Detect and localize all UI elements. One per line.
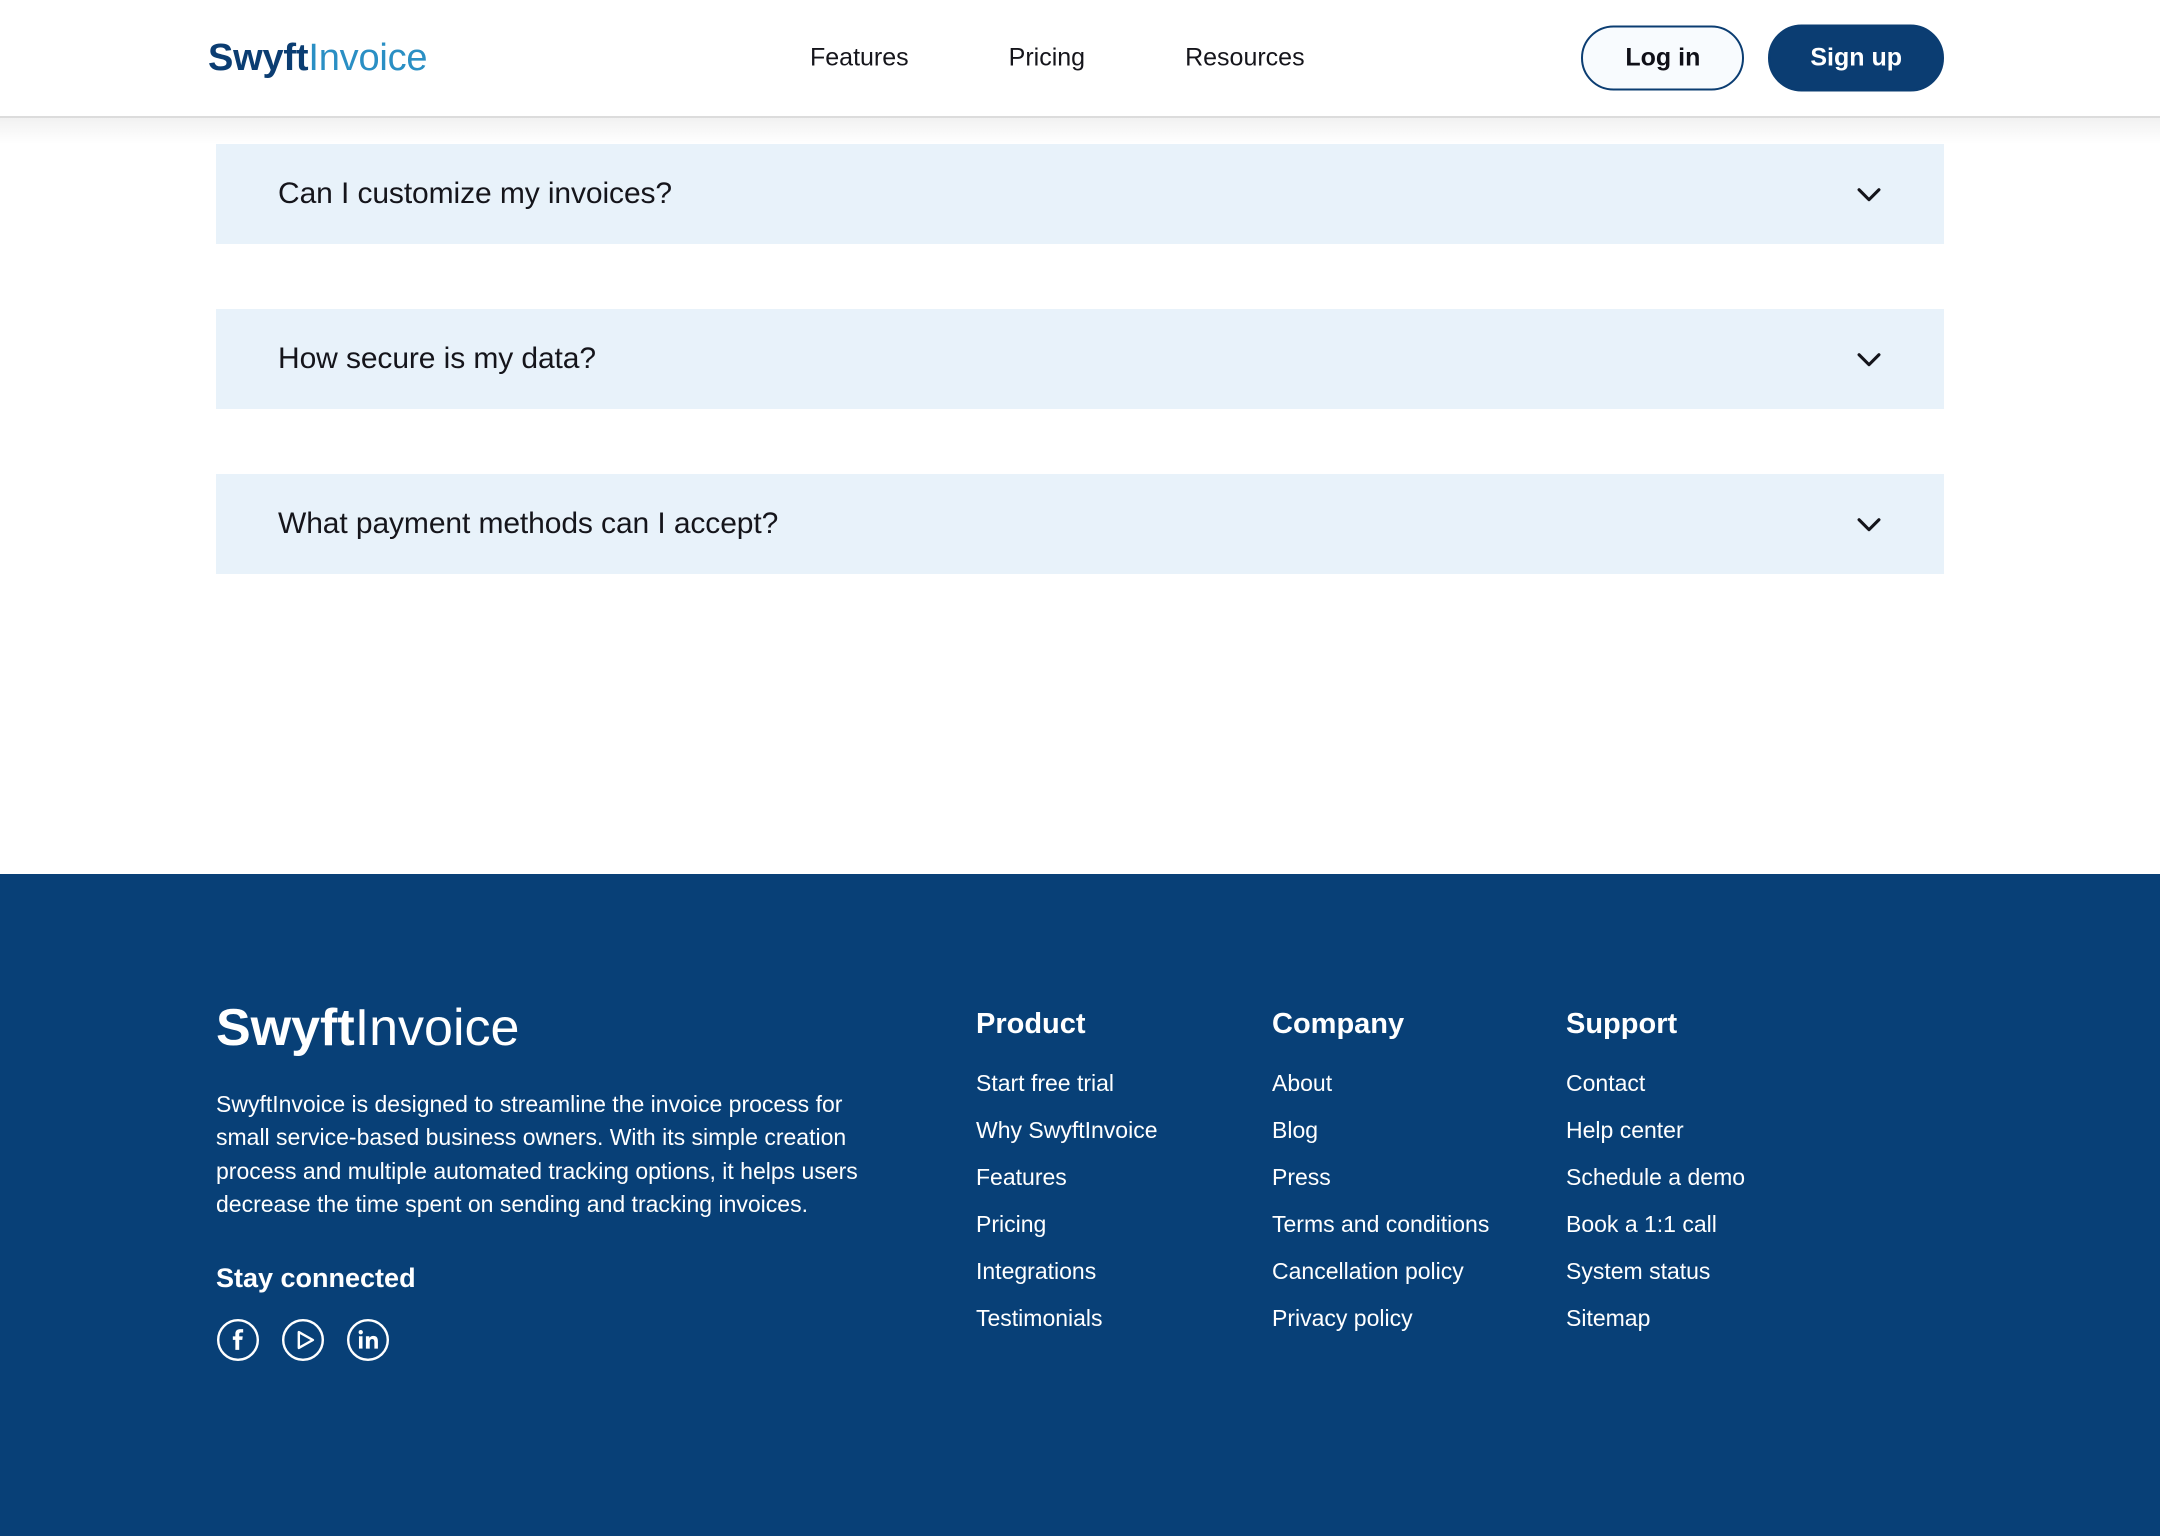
footer-link-start-free-trial[interactable]: Start free trial: [976, 1070, 1272, 1097]
footer-column-company: Company About Blog Press Terms and condi…: [1272, 1008, 1566, 1332]
faq-question: What payment methods can I accept?: [278, 507, 779, 540]
chevron-down-icon[interactable]: [1852, 507, 1886, 541]
faq-item[interactable]: Can I customize my invoices?: [216, 144, 1944, 244]
faq-question: How secure is my data?: [278, 342, 596, 375]
site-header: SwyftInvoice Features Pricing Resources …: [0, 0, 2160, 118]
footer-heading-product: Product: [976, 1008, 1086, 1040]
nav-link-resources[interactable]: Resources: [1185, 44, 1305, 73]
chevron-down-icon[interactable]: [1852, 177, 1886, 211]
footer-link-system-status[interactable]: System status: [1566, 1258, 1745, 1285]
stay-connected-heading: Stay connected: [216, 1263, 416, 1294]
footer-link-schedule-a-demo[interactable]: Schedule a demo: [1566, 1164, 1745, 1191]
main-navigation: Features Pricing Resources: [810, 44, 1305, 73]
footer-column-product: Product Start free trial Why SwyftInvoic…: [976, 1008, 1272, 1332]
footer-heading-company: Company: [1272, 1008, 1405, 1040]
footer-link-help-center[interactable]: Help center: [1566, 1117, 1745, 1144]
footer-link-privacy-policy[interactable]: Privacy policy: [1272, 1305, 1566, 1332]
header-actions: Log in Sign up: [1581, 24, 1944, 92]
footer-link-features[interactable]: Features: [976, 1164, 1272, 1191]
header-shadow: [0, 118, 2160, 144]
login-button[interactable]: Log in: [1581, 25, 1745, 91]
footer-logo-bold: Swyft: [216, 999, 355, 1057]
footer-link-press[interactable]: Press: [1272, 1164, 1566, 1191]
site-footer: SwyftInvoice SwyftInvoice is designed to…: [0, 874, 2160, 1536]
footer-link-about[interactable]: About: [1272, 1070, 1566, 1097]
footer-brand-column: SwyftInvoice SwyftInvoice is designed to…: [216, 1002, 976, 1362]
nav-link-features[interactable]: Features: [810, 44, 909, 73]
footer-link-pricing[interactable]: Pricing: [976, 1211, 1272, 1238]
faq-question: Can I customize my invoices?: [278, 177, 673, 210]
footer-content: SwyftInvoice SwyftInvoice is designed to…: [216, 1002, 1944, 1362]
footer-link-testimonials[interactable]: Testimonials: [976, 1305, 1272, 1332]
footer-link-columns: Product Start free trial Why SwyftInvoic…: [976, 1002, 1944, 1332]
facebook-icon[interactable]: [216, 1318, 260, 1362]
brand-logo[interactable]: SwyftInvoice: [208, 37, 428, 79]
footer-link-sitemap[interactable]: Sitemap: [1566, 1305, 1745, 1332]
footer-link-book-a-call[interactable]: Book a 1:1 call: [1566, 1211, 1745, 1238]
footer-logo-light: Invoice: [354, 999, 520, 1057]
faq-item[interactable]: What payment methods can I accept?: [216, 474, 1944, 574]
signup-button[interactable]: Sign up: [1768, 24, 1944, 92]
faq-accordion: Can I customize my invoices? How secure …: [216, 144, 1944, 639]
footer-link-terms-and-conditions[interactable]: Terms and conditions: [1272, 1211, 1566, 1238]
footer-link-contact[interactable]: Contact: [1566, 1070, 1745, 1097]
footer-link-blog[interactable]: Blog: [1272, 1117, 1566, 1144]
page-root: SwyftInvoice Features Pricing Resources …: [0, 0, 2160, 1536]
faq-item[interactable]: How secure is my data?: [216, 309, 1944, 409]
footer-link-why-swyftinvoice[interactable]: Why SwyftInvoice: [976, 1117, 1272, 1144]
linkedin-icon[interactable]: [346, 1318, 390, 1362]
brand-name-bold: Swyft: [208, 37, 309, 79]
brand-name-light: Invoice: [308, 37, 428, 79]
footer-description: SwyftInvoice is designed to streamline t…: [216, 1091, 858, 1218]
footer-heading-support: Support: [1566, 1008, 1678, 1040]
footer-link-cancellation-policy[interactable]: Cancellation policy: [1272, 1258, 1566, 1285]
footer-link-integrations[interactable]: Integrations: [976, 1258, 1272, 1285]
youtube-icon[interactable]: [281, 1318, 325, 1362]
footer-logo[interactable]: SwyftInvoice: [216, 1002, 976, 1054]
chevron-down-icon[interactable]: [1852, 342, 1886, 376]
social-links: [216, 1318, 976, 1362]
nav-link-pricing[interactable]: Pricing: [1009, 44, 1085, 73]
footer-column-support: Support Contact Help center Schedule a d…: [1566, 1008, 1745, 1332]
